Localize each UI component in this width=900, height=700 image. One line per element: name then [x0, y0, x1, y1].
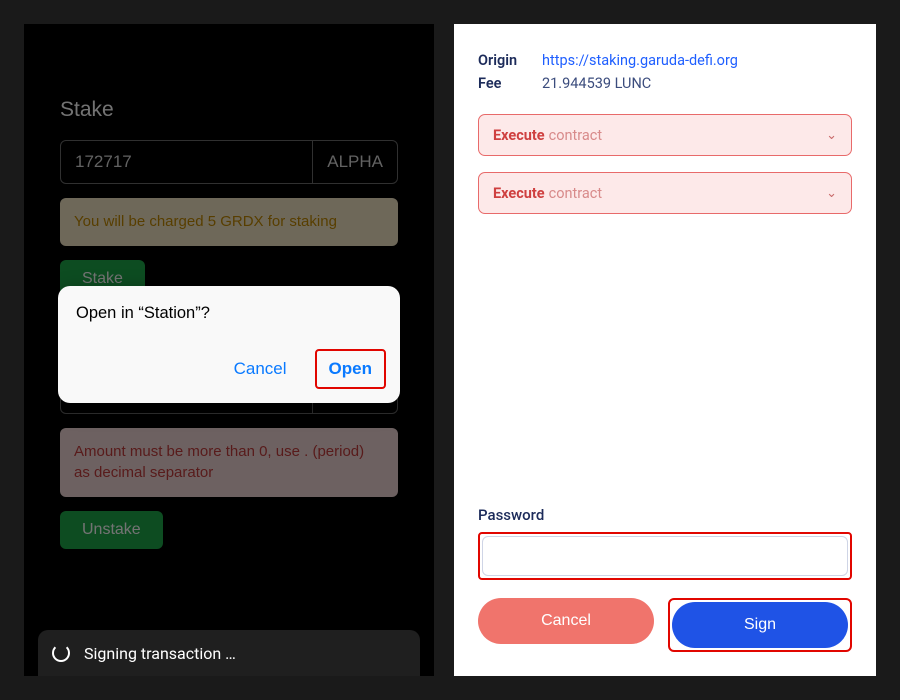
signing-status-text: Signing transaction …	[84, 644, 236, 663]
highlight-password	[478, 532, 852, 580]
stake-amount-row: ALPHA	[60, 140, 398, 184]
fee-label: Fee	[478, 75, 542, 92]
password-input[interactable]	[482, 536, 848, 576]
stake-amount-input[interactable]	[61, 141, 312, 183]
staking-screen: Stake ALPHA You will be charged 5 GRDX f…	[24, 24, 434, 676]
fee-value: 21.944539 LUNC	[542, 75, 651, 92]
stake-fee-notice: You will be charged 5 GRDX for staking	[60, 198, 398, 246]
wallet-cancel-button[interactable]: Cancel	[478, 598, 654, 644]
chevron-down-icon: ⌄	[826, 186, 837, 201]
stake-unit: ALPHA	[312, 141, 397, 183]
password-label: Password	[478, 506, 852, 524]
origin-row: Origin https://staking.garuda-defi.org	[478, 52, 852, 69]
execute-contract-card-1[interactable]: Executecontract ⌄	[478, 114, 852, 156]
dialog-title: Open in “Station”?	[58, 286, 400, 349]
fee-row: Fee 21.944539 LUNC	[478, 75, 852, 92]
stake-title: Stake	[60, 98, 398, 122]
execute-contract-label: Executecontract	[493, 127, 602, 144]
wallet-button-row: Cancel Sign	[478, 598, 852, 652]
origin-label: Origin	[478, 52, 542, 69]
password-area: Password Cancel Sign	[478, 506, 852, 652]
wallet-sign-button[interactable]: Sign	[672, 602, 848, 648]
dialog-open-button[interactable]: Open	[319, 353, 382, 385]
highlight-sign: Sign	[668, 598, 852, 652]
dialog-actions: Cancel Open	[58, 349, 400, 403]
origin-value: https://staking.garuda-defi.org	[542, 52, 738, 69]
unstake-error-notice: Amount must be more than 0, use . (perio…	[60, 428, 398, 497]
highlight-open: Open	[315, 349, 386, 389]
execute-contract-card-2[interactable]: Executecontract ⌄	[478, 172, 852, 214]
signing-status-bar: Signing transaction …	[38, 630, 420, 676]
dialog-cancel-button[interactable]: Cancel	[224, 353, 297, 385]
unstake-button[interactable]: Unstake	[60, 511, 163, 549]
station-sign-screen: Origin https://staking.garuda-defi.org F…	[454, 24, 876, 676]
open-in-station-dialog: Open in “Station”? Cancel Open	[58, 286, 400, 403]
chevron-down-icon: ⌄	[826, 128, 837, 143]
execute-contract-label: Executecontract	[493, 185, 602, 202]
spinner-icon	[52, 644, 70, 662]
